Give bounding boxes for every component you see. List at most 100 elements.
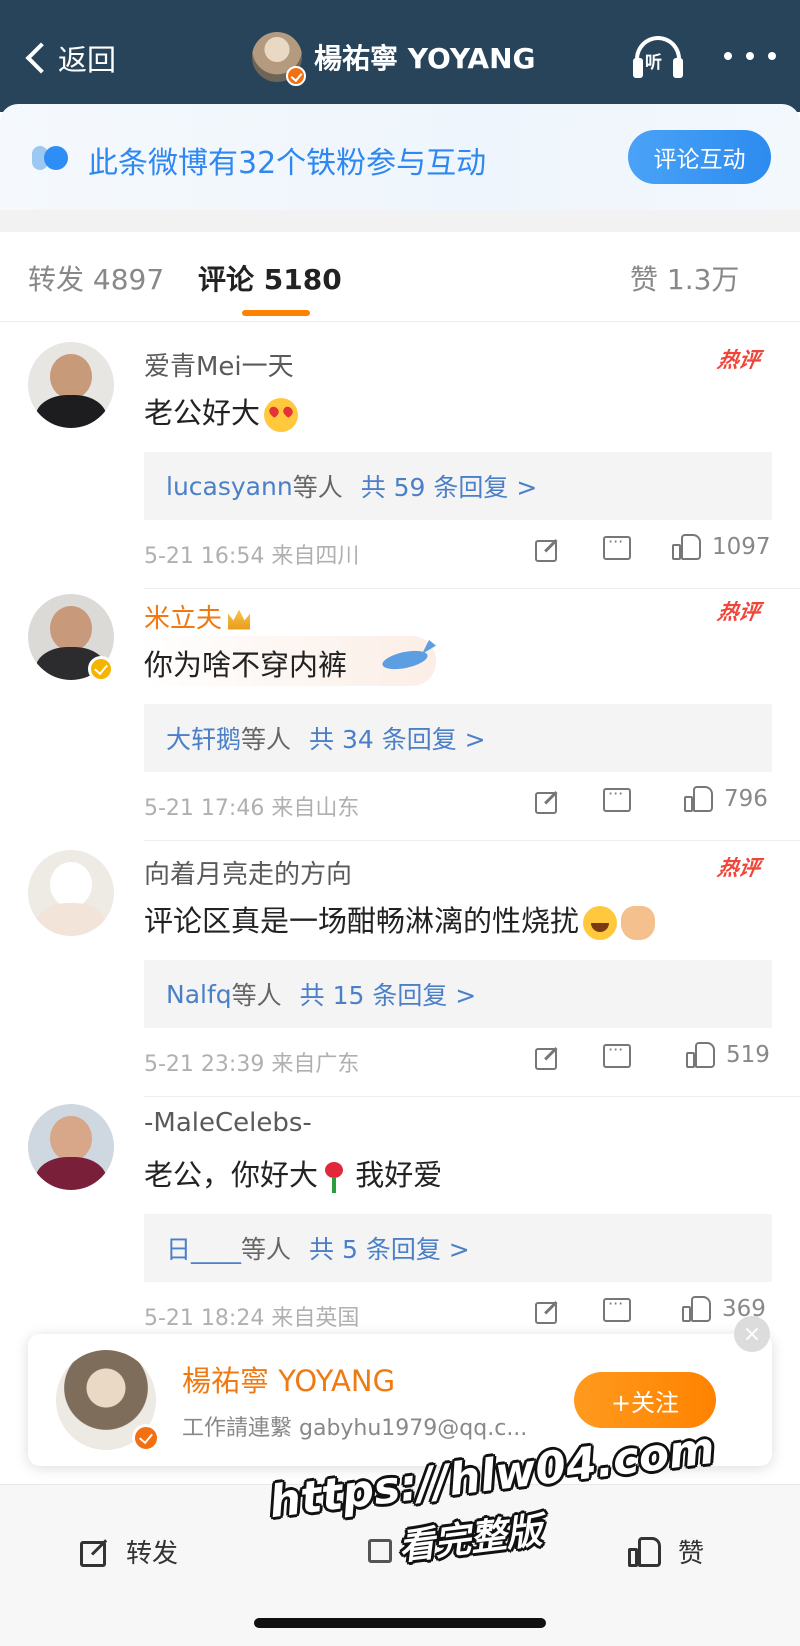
like-count: 1097 [712, 534, 771, 560]
like-count: 519 [726, 1042, 770, 1068]
like-label: 赞 [678, 1539, 705, 1569]
whale-icon [370, 626, 442, 678]
reply-comment-icon[interactable] [603, 784, 631, 812]
thumbs-up-icon [672, 532, 702, 562]
verified-badge-icon [132, 1424, 160, 1452]
reply-others-label: 等人 [241, 1235, 292, 1264]
follow-card-name[interactable]: 楊祐寧 YOYANG [182, 1358, 395, 1400]
reply-user: 大轩鹅 [166, 725, 242, 754]
verified-badge-icon [286, 66, 306, 86]
comment-author[interactable]: -MaleCelebs- [144, 1108, 312, 1138]
repost-button[interactable]: 转发 [80, 1533, 178, 1570]
listen-label: 听 [645, 53, 662, 73]
like-button[interactable]: 519 [686, 1040, 770, 1070]
share-icon[interactable] [535, 1298, 561, 1324]
follow-button[interactable]: +关注 [574, 1372, 716, 1428]
headphones-ear-right [673, 58, 683, 78]
comment-meta: 5-21 18:24 来自英国 [144, 1306, 360, 1331]
thumbs-up-icon [628, 1535, 662, 1569]
ok-hand-emoji-icon [621, 906, 656, 940]
like-button[interactable]: 1097 [672, 532, 771, 562]
top-nav-bar: 返回 楊祐寧 YOYANG 听 [0, 0, 800, 112]
reply-count: 共 15 条回复 > [299, 981, 477, 1010]
comment-author[interactable]: 爱青Mei一天 [144, 346, 294, 383]
thumbs-up-icon [682, 1294, 712, 1324]
nav-profile[interactable]: 楊祐寧 YOYANG [252, 32, 536, 86]
comment-icon[interactable] [368, 1539, 392, 1563]
like-button[interactable]: 796 [684, 784, 768, 814]
replies-link[interactable]: 日____ 等人 共 5 条回复 > [144, 1214, 772, 1282]
listen-button[interactable]: 听 [633, 34, 683, 80]
verified-badge-icon [88, 656, 114, 682]
crown-icon [228, 609, 251, 630]
hot-comment-badge: 热评 [715, 600, 762, 624]
fan-interaction-banner: 此条微博有32个铁粉参与互动 评论互动 [0, 104, 800, 210]
fan-banner-text: 此条微博有32个铁粉参与互动 [88, 146, 487, 181]
reply-comment-icon[interactable] [603, 1040, 631, 1068]
back-button[interactable]: 返回 [22, 36, 116, 80]
rose-emoji-icon [322, 1160, 346, 1194]
comment-interact-button[interactable]: 评论互动 [628, 130, 771, 184]
reply-user: Nalfq [166, 979, 232, 1009]
comment-author[interactable]: 米立夫 [144, 598, 251, 635]
reply-others-label: 等人 [292, 473, 343, 502]
reply-count: 共 5 条回复 > [309, 1235, 470, 1264]
comment-text-content: 评论区真是一场酣畅淋漓的性烧扰 [144, 904, 580, 938]
active-tab-indicator [242, 310, 310, 316]
headphones-ear-left [633, 58, 643, 78]
section-divider [0, 210, 800, 232]
reply-user: 日____ [166, 1235, 242, 1264]
reply-comment-icon[interactable] [603, 1294, 631, 1322]
fan-badge-icon [32, 146, 68, 170]
close-icon[interactable]: × [734, 1316, 770, 1352]
repost-label: 转发 [126, 1539, 179, 1569]
replies-link[interactable]: Nalfq 等人 共 15 条回复 > [144, 960, 772, 1028]
like-count: 796 [724, 786, 768, 812]
thumbs-up-icon [686, 1040, 716, 1070]
tab-reposts[interactable]: 转发 4897 [28, 258, 164, 298]
share-icon [80, 1537, 110, 1567]
follow-card-description: 工作請連繫 gabyhu1979@qq.c... [182, 1416, 528, 1441]
chevron-left-icon [25, 42, 57, 74]
comment-text: 你为啥不穿内裤 [144, 648, 348, 682]
comment-item: -MaleCelebs- 老公，你好大 我好爱 日____ 等人 共 5 条回复… [0, 1084, 800, 1352]
comment-author-name: 米立夫 [144, 604, 223, 634]
more-menu-button[interactable] [724, 44, 776, 68]
page-title: 楊祐寧 YOYANG [314, 42, 536, 75]
more-dot-icon [768, 52, 776, 60]
tab-comments[interactable]: 评论 5180 [198, 258, 342, 298]
avatar[interactable] [28, 850, 114, 936]
tab-likes[interactable]: 赞 1.3万 [630, 258, 739, 298]
thumbs-up-icon [684, 784, 714, 814]
share-icon[interactable] [535, 1044, 561, 1070]
more-dot-icon [724, 52, 732, 60]
home-indicator [254, 1618, 546, 1628]
comment-meta: 5-21 17:46 来自山东 [144, 796, 360, 821]
replies-link[interactable]: lucasyann 等人 共 59 条回复 > [144, 452, 772, 520]
like-button[interactable]: 赞 [628, 1533, 704, 1570]
heart-eyes-emoji-icon [264, 398, 299, 432]
avatar[interactable] [28, 1104, 114, 1190]
avatar[interactable] [28, 342, 114, 428]
comment-item: 米立夫 热评 你为啥不穿内裤 大轩鹅 等人 共 34 条回复 > 5-21 17… [0, 574, 800, 842]
reply-count: 共 59 条回复 > [360, 473, 538, 502]
comment-text-content: 老公好大 [144, 396, 261, 430]
reply-others-label: 等人 [231, 981, 282, 1010]
comment-text: 老公，你好大 我好爱 [144, 1152, 442, 1194]
share-icon[interactable] [535, 788, 561, 814]
comment-meta: 5-21 23:39 来自广东 [144, 1052, 360, 1077]
comment-text-content-a: 老公，你好大 [144, 1158, 319, 1192]
replies-link[interactable]: 大轩鹅 等人 共 34 条回复 > [144, 704, 772, 772]
reply-comment-icon[interactable] [603, 532, 631, 560]
laughing-emoji-icon [583, 906, 618, 940]
tab-bar: 转发 4897 评论 5180 赞 1.3万 [0, 232, 800, 322]
back-label: 返回 [58, 43, 117, 77]
comment-meta: 5-21 16:54 来自四川 [144, 544, 360, 569]
comment-item: 爱青Mei一天 热评 老公好大 lucasyann 等人 共 59 条回复 > … [0, 322, 800, 590]
more-dot-icon [746, 52, 754, 60]
share-icon[interactable] [535, 536, 561, 562]
comment-item: 向着月亮走的方向 热评 评论区真是一场酣畅淋漓的性烧扰 Nalfq 等人 共 1… [0, 830, 800, 1098]
comment-author[interactable]: 向着月亮走的方向 [144, 854, 352, 891]
hot-comment-badge: 热评 [715, 856, 762, 880]
avatar[interactable] [252, 32, 306, 86]
